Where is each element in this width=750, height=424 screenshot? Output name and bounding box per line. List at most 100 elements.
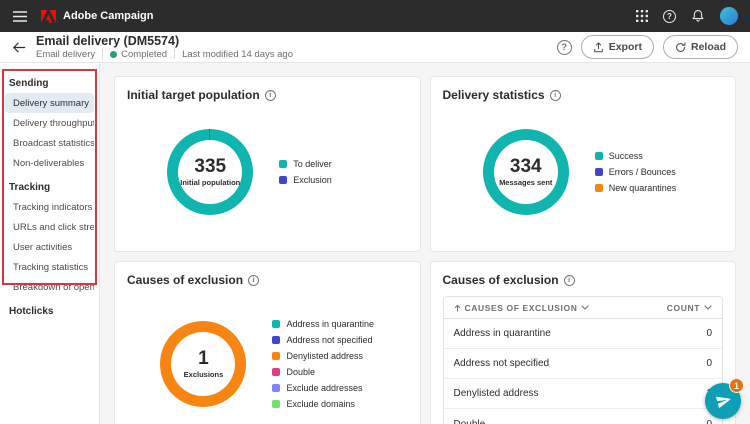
legend-item: Errors / Bounces [595, 167, 683, 177]
bell-icon [691, 9, 705, 23]
page-header: Email delivery (DM5574) Email delivery C… [0, 32, 750, 63]
hamburger-menu-button[interactable] [12, 8, 28, 24]
legend-item: Success [595, 151, 683, 161]
donut-center: 334 Messages sent [483, 129, 569, 215]
sort-ascending-icon [454, 304, 461, 312]
notifications-button[interactable] [691, 9, 705, 23]
page-title: Email delivery (DM5574) [36, 35, 547, 48]
divider [102, 49, 103, 59]
legend-item: Double [272, 367, 374, 377]
legend-label: Address not specified [286, 335, 372, 345]
card-title: Delivery statistics [443, 88, 545, 102]
feedback-button[interactable]: 1 [705, 383, 741, 419]
table-cell-cause: Address in quarantine [454, 328, 551, 339]
table-header: Causes of exclusion Count [444, 297, 723, 319]
legend-swatch-icon [272, 384, 280, 392]
info-icon[interactable]: i [265, 90, 276, 101]
legend-label: Success [609, 151, 643, 161]
card-causes-of-exclusion-table: Causes of exclusion i Causes of exclusio… [430, 261, 737, 424]
legend-label: Exclude domains [286, 399, 355, 409]
sidebar-item-non-deliverables[interactable]: Non-deliverables [5, 153, 94, 173]
cards-grid: Initial target population i 335 Initial … [114, 76, 736, 424]
legend-swatch-icon [272, 320, 280, 328]
donut-chart-exclusions: 1 Exclusions [160, 321, 246, 407]
card-title: Initial target population [127, 88, 260, 102]
legend-swatch-icon [279, 176, 287, 184]
card-causes-of-exclusion-chart: Causes of exclusion i 1 Exclusions Addre… [114, 261, 421, 424]
avatar[interactable] [720, 7, 738, 25]
legend-item: To deliver [279, 159, 367, 169]
table-cell-count: 0 [706, 328, 712, 339]
chart-area: 335 Initial population To deliver Exclusi… [127, 103, 408, 241]
donut-chart-messages-sent: 334 Messages sent [483, 129, 569, 215]
info-icon[interactable]: i [564, 275, 575, 286]
sidebar-item-broadcast-statistics[interactable]: Broadcast statistics [5, 133, 94, 153]
notification-badge: 1 [729, 378, 744, 393]
table-row: Address not specified0 [444, 349, 723, 379]
donut-center: 335 Initial population [167, 129, 253, 215]
legend-swatch-icon [279, 160, 287, 168]
main-content: Initial target population i 335 Initial … [100, 63, 750, 424]
legend-label: Exclude addresses [286, 383, 362, 393]
sidebar-item-tracking-statistics[interactable]: Tracking statistics [5, 257, 94, 277]
column-label: Causes of exclusion [465, 303, 578, 313]
sidebar-item-delivery-summary[interactable]: Delivery summary [5, 93, 94, 113]
apps-grid-button[interactable] [636, 10, 648, 22]
card-initial-target-population: Initial target population i 335 Initial … [114, 76, 421, 252]
legend-item: Exclude domains [272, 399, 374, 409]
info-icon[interactable]: i [248, 275, 259, 286]
status-badge: Completed [110, 49, 167, 60]
column-header-causes[interactable]: Causes of exclusion [454, 303, 590, 313]
back-button[interactable] [12, 41, 26, 54]
reload-button[interactable]: Reload [663, 35, 738, 59]
app-title: Adobe Campaign [63, 10, 153, 22]
chevron-down-icon [704, 305, 712, 310]
brand: Adobe Campaign [41, 10, 153, 23]
chart-legend: To deliver Exclusion [279, 159, 367, 185]
delivery-type-label: Email delivery [36, 49, 95, 60]
table-cell-cause: Address not specified [454, 358, 550, 369]
column-header-count[interactable]: Count [667, 303, 712, 313]
chart-legend: Success Errors / Bounces New quarantines [595, 151, 683, 193]
sidebar-item-urls-and-click-streams[interactable]: URLs and click streams [5, 217, 94, 237]
table-cell-cause: Denylisted address [454, 388, 539, 399]
legend-item: Address in quarantine [272, 319, 374, 329]
topbar: Adobe Campaign ? [0, 0, 750, 32]
apps-grid-icon [636, 10, 648, 22]
sidebar-item-user-activities[interactable]: User activities [5, 237, 94, 257]
hamburger-icon [13, 11, 27, 22]
app-root: Adobe Campaign ? [0, 0, 750, 424]
chart-legend: Address in quarantine Address not specifi… [272, 319, 374, 409]
legend-swatch-icon [595, 168, 603, 176]
legend-label: Double [286, 367, 315, 377]
exclusion-table-body: Address in quarantine 0 Address not specif… [444, 319, 723, 424]
sidebar-item-breakdown-of-opens[interactable]: Breakdown of opens [5, 277, 94, 297]
donut-center: 1 Exclusions [160, 321, 246, 407]
send-icon [714, 391, 734, 411]
legend-swatch-icon [272, 368, 280, 376]
info-icon[interactable]: i [550, 90, 561, 101]
help-button[interactable]: ? [663, 10, 676, 23]
legend-swatch-icon [595, 152, 603, 160]
sidebar-item-delivery-throughput[interactable]: Delivery throughput [5, 113, 94, 133]
table-row: Double0 [444, 409, 723, 424]
delivery-meta: Email delivery Completed Last modified 1… [36, 49, 547, 60]
card-delivery-statistics: Delivery statistics i 334 Messages sent … [430, 76, 737, 252]
export-label: Export [609, 41, 642, 53]
sidebar-section-hotclicks: Hotclicks [5, 302, 94, 321]
donut-label: Exclusions [184, 370, 224, 379]
donut-value: 335 [194, 157, 226, 177]
export-button[interactable]: Export [581, 35, 654, 59]
sidebar-item-tracking-indicators[interactable]: Tracking indicators [5, 197, 94, 217]
donut-chart-initial-population: 335 Initial population [167, 129, 253, 215]
legend-label: Exclusion [293, 175, 332, 185]
reload-label: Reload [691, 41, 726, 53]
legend-label: New quarantines [609, 183, 677, 193]
legend-label: Errors / Bounces [609, 167, 676, 177]
export-icon [593, 42, 604, 53]
donut-label: Initial population [180, 178, 240, 187]
header-help-button[interactable]: ? [557, 40, 572, 55]
column-label: Count [667, 303, 700, 313]
legend-label: Address in quarantine [286, 319, 374, 329]
donut-label: Messages sent [499, 178, 552, 187]
